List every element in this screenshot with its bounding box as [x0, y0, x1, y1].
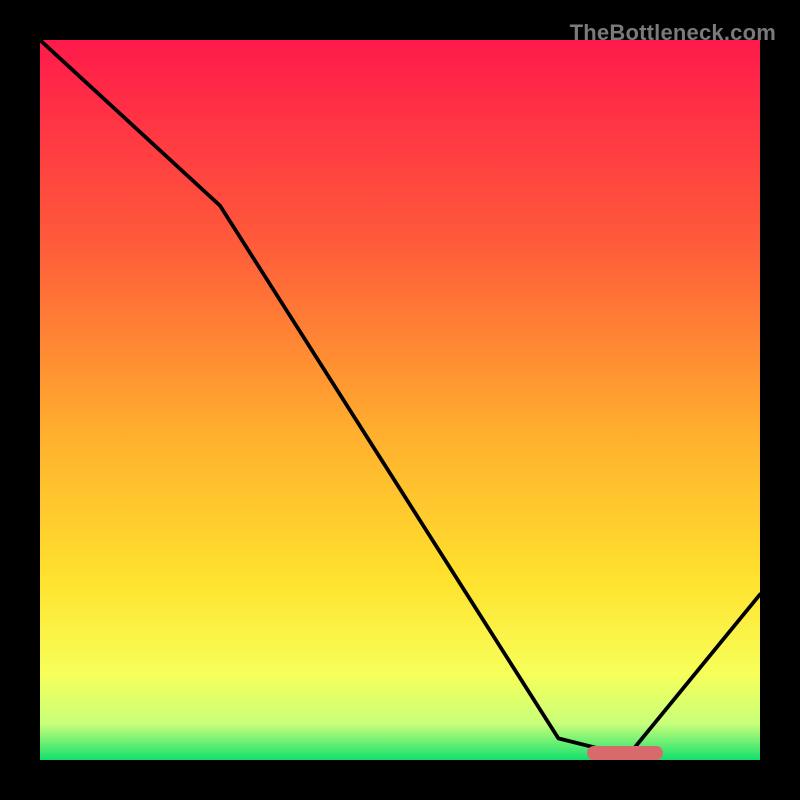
- optimal-range-marker: [587, 746, 663, 760]
- plot-area: [40, 40, 760, 760]
- watermark-text: TheBottleneck.com: [570, 20, 776, 46]
- bottleneck-curve: [40, 40, 760, 760]
- chart-frame: TheBottleneck.com: [0, 0, 800, 800]
